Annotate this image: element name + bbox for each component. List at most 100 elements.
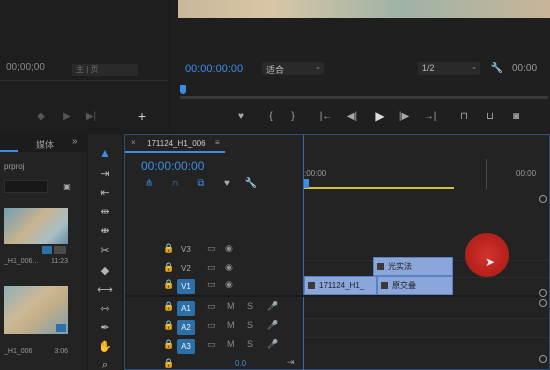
lock-icon[interactable]: 🔒: [163, 279, 174, 290]
snap-icon[interactable]: ∩: [169, 177, 181, 189]
solo-button[interactable]: S: [247, 320, 253, 330]
project-name: prproj: [4, 162, 25, 171]
effect-clip-bottom[interactable]: 原交叠: [377, 276, 453, 295]
solo-button[interactable]: S: [247, 339, 253, 349]
lock-icon[interactable]: 🔒: [163, 320, 174, 331]
go-to-in-icon[interactable]: |←: [318, 110, 334, 122]
mark-out-icon[interactable]: }: [286, 110, 300, 122]
scroll-handle-bottom[interactable]: [539, 355, 547, 363]
rate-stretch-tool-icon[interactable]: ⇼: [96, 222, 114, 238]
go-to-end-icon[interactable]: ⇥: [287, 357, 295, 368]
program-timecode[interactable]: 00:00:00:00: [185, 63, 243, 75]
project-tab-active[interactable]: [0, 134, 18, 152]
mute-button[interactable]: M: [227, 320, 235, 330]
tab-menu-icon[interactable]: ≡: [215, 138, 220, 147]
quality-dropdown[interactable]: 1/2 ⌄: [418, 62, 480, 75]
program-monitor: 00:00:00:00 适合 ⌄ 1/2 ⌄ 🔧 00:00 ♥ { } |← …: [170, 0, 550, 132]
step-back-icon[interactable]: ◀|: [344, 110, 360, 122]
fit-dropdown[interactable]: 适合 ⌄: [262, 62, 324, 75]
source-add-button[interactable]: +: [134, 108, 150, 124]
add-marker-icon[interactable]: ♥: [221, 177, 233, 189]
mute-button[interactable]: M: [227, 301, 235, 311]
lock-icon[interactable]: 🔒: [163, 262, 174, 273]
source-mini-label: 主 | 页: [72, 64, 138, 76]
camera-icon[interactable]: ◙: [508, 110, 524, 122]
new-bin-icon[interactable]: ▣: [60, 180, 74, 193]
program-scrub-bar[interactable]: [180, 96, 548, 99]
project-search-input[interactable]: [4, 180, 48, 193]
overflow-icon[interactable]: »: [72, 136, 78, 147]
lock-icon[interactable]: 🔒: [163, 301, 174, 312]
effect-clip-top[interactable]: 光实法: [373, 257, 453, 276]
microphone-icon[interactable]: 🎤: [267, 339, 278, 350]
microphone-icon[interactable]: 🎤: [267, 320, 278, 331]
scroll-handle-bottom[interactable]: [539, 299, 547, 307]
lock-icon[interactable]: 🔒: [163, 339, 174, 350]
razor-tool-icon[interactable]: ✂: [96, 242, 114, 258]
wrench-icon[interactable]: 🔧: [490, 62, 504, 75]
play-icon[interactable]: ▶: [372, 109, 388, 123]
sync-lock-icon[interactable]: ▭: [207, 243, 216, 254]
timeline-scrollbar[interactable]: [539, 191, 547, 370]
source-play-button[interactable]: ▶: [60, 110, 74, 122]
track-target-a3[interactable]: A3: [177, 339, 195, 354]
fx-badge-icon: [308, 282, 315, 289]
project-item[interactable]: _H1_006... 11:23: [4, 208, 68, 265]
source-divider: [0, 80, 168, 81]
linked-selection-icon[interactable]: ⧉: [195, 177, 207, 189]
rolling-edit-tool-icon[interactable]: ⇹: [96, 203, 114, 219]
source-step-button[interactable]: ▶|: [84, 110, 98, 122]
go-to-out-icon[interactable]: →|: [422, 110, 438, 122]
selection-tool-icon[interactable]: ▲: [96, 145, 114, 161]
eye-icon[interactable]: ◉: [225, 243, 233, 254]
marker-icon[interactable]: ♥: [234, 110, 248, 122]
track-a2: 🔒 A2 ▭ M S 🎤: [125, 318, 549, 337]
track-target-a1[interactable]: A1: [177, 301, 195, 316]
project-item[interactable]: _H1_006 3:06: [4, 286, 68, 356]
sync-lock-icon[interactable]: ▭: [207, 339, 216, 350]
mute-button[interactable]: M: [227, 339, 235, 349]
pen-tool-icon[interactable]: ✒: [96, 319, 114, 335]
lock-icon[interactable]: 🔒: [163, 358, 174, 369]
eye-icon[interactable]: ◉: [225, 262, 233, 273]
sync-lock-icon[interactable]: ▭: [207, 320, 216, 331]
lock-icon[interactable]: 🔒: [163, 243, 174, 254]
eye-icon[interactable]: ◉: [225, 279, 233, 290]
lift-icon[interactable]: ⊓: [456, 110, 472, 122]
solo-button[interactable]: S: [247, 301, 253, 311]
source-mark-in-button[interactable]: ◆: [34, 110, 48, 122]
slip-tool-icon[interactable]: ◆: [96, 262, 114, 278]
timeline-playhead[interactable]: [304, 179, 309, 188]
extract-icon[interactable]: ⊔: [482, 110, 498, 122]
step-forward-icon[interactable]: |▶: [396, 110, 412, 122]
video-clip[interactable]: 171124_H1_: [304, 276, 377, 295]
mark-in-icon[interactable]: {: [264, 110, 278, 122]
sync-lock-icon[interactable]: ▭: [207, 262, 216, 273]
scroll-handle-top[interactable]: [539, 195, 547, 203]
timeline-tab-close-icon[interactable]: ×: [131, 138, 136, 147]
work-area-bar[interactable]: [304, 187, 454, 189]
sync-lock-icon[interactable]: ▭: [207, 301, 216, 312]
fx-badge-icon: [381, 282, 388, 289]
slide-tool-icon[interactable]: ⟷: [96, 281, 114, 297]
track-label: V3: [181, 245, 191, 254]
track-select-tool-icon[interactable]: ⇥: [96, 165, 114, 181]
microphone-icon[interactable]: 🎤: [267, 301, 278, 312]
tab-media-browser[interactable]: 媒体: [36, 138, 54, 151]
timeline-timecode[interactable]: 00:00:00:00: [141, 159, 204, 173]
source-timecode: 00;00;00: [6, 62, 45, 73]
master-volume-value[interactable]: 0.0: [235, 359, 246, 368]
track-target-v1[interactable]: V1: [177, 279, 195, 294]
zoom-tool-icon[interactable]: ⌕: [96, 357, 114, 370]
timeline-ruler[interactable]: :00:00 00:00: [304, 155, 549, 191]
hand-tool-icon[interactable]: ✋: [96, 338, 114, 354]
nest-icon[interactable]: ⋔: [143, 177, 155, 189]
track-target-a2[interactable]: A2: [177, 320, 195, 335]
timeline-tab[interactable]: × 171124_H1_006 ≡: [125, 135, 225, 153]
ripple-edit-tool-icon[interactable]: ⇤: [96, 184, 114, 200]
sync-lock-icon[interactable]: ▭: [207, 279, 216, 290]
scroll-handle-bottom[interactable]: [539, 289, 547, 297]
program-playhead[interactable]: [180, 85, 186, 94]
timeline-settings-wrench-icon[interactable]: 🔧: [245, 177, 257, 189]
slide-alt-tool-icon[interactable]: ⇿: [96, 300, 114, 316]
